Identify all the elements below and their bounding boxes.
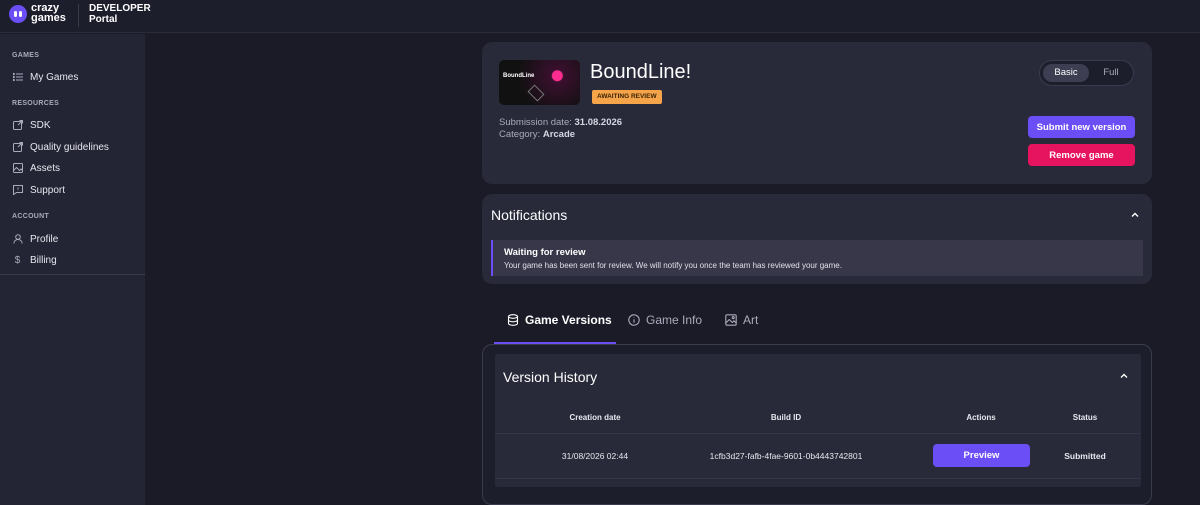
tab-game-versions[interactable]: Game Versions — [507, 312, 612, 328]
sidebar-section-resources: RESOURCES — [12, 100, 60, 107]
sidebar-item-billing[interactable]: $ Billing — [12, 251, 57, 269]
developer-portal-label: DEVELOPER Portal — [89, 3, 151, 25]
dollar-icon: $ — [14, 254, 21, 266]
table-header-divider — [495, 433, 1141, 434]
sidebar-item-support[interactable]: Support — [12, 181, 65, 199]
toggle-basic[interactable]: Basic — [1043, 64, 1089, 82]
game-thumbnail: BoundLine — [499, 60, 580, 105]
sidebar-item-label: Assets — [30, 162, 61, 174]
submission-date-value: 31.08.2026 — [574, 117, 623, 128]
database-icon — [507, 314, 519, 326]
notifications-title: Notifications — [491, 207, 568, 223]
tab-label: Art — [743, 313, 759, 327]
column-header-build-id[interactable]: Build ID — [681, 413, 891, 422]
tab-game-info[interactable]: Game Info — [628, 312, 702, 328]
row-status: Submitted — [1064, 451, 1106, 461]
row-creation-date: 31/08/2026 02:44 — [561, 451, 629, 461]
image-icon — [12, 163, 23, 174]
version-history-title: Version History — [503, 369, 598, 385]
chat-icon — [12, 185, 23, 196]
submission-date-label: Submission date: — [499, 117, 572, 128]
tab-label: Game Info — [646, 313, 703, 327]
external-link-icon — [12, 120, 23, 131]
top-bar: crazy games DEVELOPER Portal — [0, 0, 1200, 33]
game-header-card: BoundLine BoundLine! AWAITING REVIEW Sub… — [482, 42, 1152, 184]
sidebar-item-label: My Games — [30, 71, 79, 83]
sidebar-divider — [0, 274, 145, 275]
sidebar-item-quality-guidelines[interactable]: Quality guidelines — [12, 138, 109, 156]
toggle-full[interactable]: Full — [1092, 64, 1130, 82]
sidebar-item-profile[interactable]: Profile — [12, 230, 58, 248]
submit-new-version-button[interactable]: Submit new version — [1028, 116, 1135, 138]
version-history-card: Version History Creation date Build ID A… — [495, 354, 1141, 487]
game-title: BoundLine! — [590, 61, 692, 83]
chevron-up-icon[interactable] — [1130, 210, 1140, 220]
column-header-actions[interactable]: Actions — [941, 413, 1021, 422]
chevron-up-icon[interactable] — [1119, 371, 1129, 381]
preview-button[interactable]: Preview — [933, 444, 1030, 467]
notification-title: Waiting for review — [504, 247, 586, 258]
sidebar-item-label: Quality guidelines — [30, 141, 109, 153]
view-toggle: Basic Full — [1039, 60, 1134, 86]
info-icon — [628, 314, 640, 326]
notification-item: Waiting for review Your game has been se… — [491, 240, 1143, 276]
tab-art[interactable]: Art — [725, 312, 758, 328]
column-header-creation-date[interactable]: Creation date — [535, 413, 655, 422]
crazygames-logo-icon[interactable] — [9, 5, 27, 23]
portal-line-2: Portal — [89, 14, 118, 25]
sidebar-item-sdk[interactable]: SDK — [12, 116, 51, 134]
sidebar: GAMES My Games RESOURCES SDK Quality gui… — [0, 34, 145, 505]
user-icon — [12, 234, 23, 245]
sidebar-item-label: SDK — [30, 119, 51, 131]
notification-text: Your game has been sent for review. We w… — [504, 261, 842, 270]
sidebar-item-label: Profile — [30, 233, 59, 245]
category-value: Arcade — [542, 129, 576, 140]
external-link-icon — [12, 142, 23, 153]
sidebar-section-account: ACCOUNT — [12, 213, 50, 220]
sidebar-item-label: Support — [30, 184, 66, 196]
column-header-status[interactable]: Status — [1045, 413, 1125, 422]
category: Category: Arcade — [499, 129, 575, 140]
status-badge: AWAITING REVIEW — [592, 90, 662, 104]
table-row-divider — [495, 478, 1141, 479]
list-icon — [12, 72, 23, 83]
thumbnail-title: BoundLine — [503, 73, 535, 79]
brand-logo-text[interactable]: crazy games — [31, 3, 71, 24]
sidebar-item-label: Billing — [30, 254, 57, 266]
sidebar-item-my-games[interactable]: My Games — [12, 68, 78, 86]
submission-date: Submission date: 31.08.2026 — [499, 117, 622, 128]
thumbnail-shape — [527, 84, 545, 102]
portal-line-1: DEVELOPER — [89, 3, 151, 14]
sidebar-item-assets[interactable]: Assets — [12, 159, 60, 177]
category-label: Category: — [499, 129, 541, 140]
sidebar-section-games: GAMES — [12, 52, 40, 59]
remove-game-button[interactable]: Remove game — [1028, 144, 1135, 166]
row-build-id: 1cfb3d27-fafb-4fae-9601-0b4443742801 — [709, 451, 863, 461]
tab-label: Game Versions — [525, 313, 612, 327]
brand-line-2: games — [31, 12, 66, 24]
image-icon — [725, 314, 737, 326]
versions-panel: Version History Creation date Build ID A… — [482, 344, 1152, 505]
brand-divider — [78, 4, 79, 27]
notifications-card: Notifications Waiting for review Your ga… — [482, 194, 1152, 284]
